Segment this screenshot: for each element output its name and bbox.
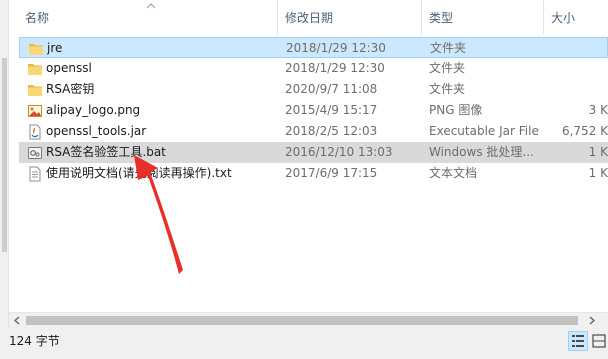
file-row-rsa-keys[interactable]: RSA密钥 2020/9/7 11:08 文件夹 [19, 79, 608, 100]
folder-icon [28, 85, 42, 96]
folder-icon [29, 44, 43, 55]
file-date: 2016/12/10 13:03 [285, 145, 393, 159]
file-date: 2015/4/9 15:17 [285, 103, 378, 117]
large-icons-view-button[interactable] [589, 331, 608, 351]
file-name: RSA密钥 [46, 82, 95, 96]
file-type: Windows 批处理... [429, 145, 534, 159]
column-divider[interactable] [277, 0, 278, 34]
column-name-header[interactable]: 名称 [19, 0, 277, 34]
file-type: 文本文档 [429, 166, 478, 180]
file-name: RSA签名验签工具.bat [46, 145, 166, 159]
navigation-pane-edge [0, 0, 9, 328]
file-date: 2020/9/7 11:08 [285, 82, 378, 96]
file-name: openssl_tools.jar [46, 124, 147, 138]
column-date-header[interactable]: 修改日期 [279, 0, 421, 34]
batch-file-icon [28, 147, 42, 159]
details-view-button[interactable] [568, 331, 588, 351]
file-type: 文件夹 [430, 41, 467, 55]
file-size: 1 K [588, 145, 608, 159]
file-type: 文件夹 [429, 61, 466, 75]
text-file-icon [29, 166, 41, 182]
file-size [552, 58, 608, 79]
column-divider[interactable] [543, 0, 544, 34]
file-name: alipay_logo.png [46, 103, 141, 117]
navigation-scrollbar[interactable] [2, 58, 7, 252]
horizontal-scroll-thumb[interactable] [26, 316, 578, 325]
file-row-openssl[interactable]: openssl 2018/1/29 12:30 文件夹 [19, 58, 608, 79]
selection-size-label: 124 字节 [9, 334, 60, 348]
file-name: openssl [46, 61, 92, 75]
file-row-alipay-logo[interactable]: alipay_logo.png 2015/4/9 15:17 PNG 图像 3 … [19, 100, 608, 121]
file-date: 2017/6/9 17:15 [285, 166, 378, 180]
jar-file-icon [29, 124, 41, 140]
file-type: PNG 图像 [429, 103, 483, 117]
column-header: 名称 修改日期 类型 大小 [9, 0, 608, 34]
file-row-openssl-tools-jar[interactable]: openssl_tools.jar 2018/2/5 12:03 Executa… [19, 121, 608, 142]
file-date: 2018/2/5 12:03 [285, 124, 378, 138]
file-date: 2018/1/29 12:30 [285, 61, 385, 75]
column-divider[interactable] [421, 0, 422, 34]
file-size: 6,752 K [561, 124, 608, 138]
folder-icon [28, 64, 42, 75]
large-icons-view-icon [592, 334, 606, 348]
file-date: 2018/1/29 12:30 [286, 41, 386, 55]
file-size: 1 K [588, 166, 608, 180]
scroll-left-icon[interactable] [9, 313, 25, 328]
scroll-right-icon[interactable] [584, 313, 600, 328]
image-file-icon [28, 105, 42, 117]
horizontal-scrollbar[interactable] [9, 312, 608, 328]
file-row-readme-txt[interactable]: 使用说明文档(请先阅读再操作).txt 2017/6/9 17:15 文本文档 … [19, 163, 608, 184]
file-row-jre[interactable]: jre 2018/1/29 12:30 文件夹 [19, 37, 608, 58]
file-name: jre [47, 41, 63, 55]
column-size-header[interactable]: 大小 [545, 0, 605, 34]
file-size: 3 K [588, 103, 608, 117]
details-view-icon [572, 335, 584, 347]
file-row-rsa-sign-tool-bat[interactable]: RSA签名验签工具.bat 2016/12/10 13:03 Windows 批… [19, 142, 608, 163]
column-type-header[interactable]: 类型 [423, 0, 543, 34]
file-name: 使用说明文档(请先阅读再操作).txt [46, 166, 232, 180]
status-bar: 124 字节 [0, 328, 608, 359]
file-size [552, 79, 608, 100]
file-type: 文件夹 [429, 82, 466, 96]
file-type: Executable Jar File [429, 124, 539, 138]
file-size [553, 38, 608, 59]
